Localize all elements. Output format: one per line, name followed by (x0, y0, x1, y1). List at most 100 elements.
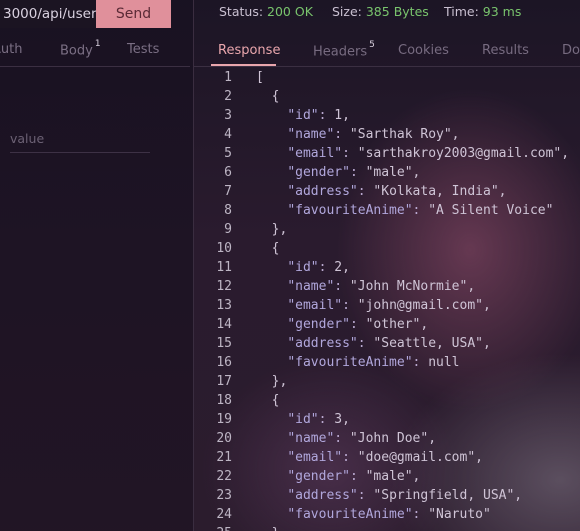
code-text: { (256, 89, 280, 104)
code-line: 9 }, (194, 220, 580, 239)
line-number: 16 (216, 355, 232, 370)
code-text: "email": "doe@gmail.com", (287, 450, 483, 465)
status-info: Status: 200 OK (219, 4, 313, 19)
code-line: 11 "id": 2, (194, 258, 580, 277)
status-value: 200 OK (267, 4, 313, 19)
line-number: 23 (216, 488, 232, 503)
size-value: 385 Bytes (365, 4, 429, 19)
tab-headers[interactable]: Headers 5 (313, 40, 375, 60)
time-value: 93 ms (482, 4, 522, 19)
line-number: 3 (224, 108, 232, 123)
code-line: 2 { (194, 87, 580, 106)
request-pane: 3000/api/user Send Auth Body1 Tests valu… (0, 0, 193, 531)
time-label: Time: (444, 4, 479, 19)
line-number: 2 (224, 89, 232, 104)
line-number: 14 (216, 317, 232, 332)
tab-response-label: Response (218, 43, 281, 58)
code-text: } (256, 524, 280, 531)
line-number: 21 (216, 450, 232, 465)
tab-cookies[interactable]: Cookies (398, 43, 449, 58)
code-line: 19 "id": 3, (194, 410, 580, 429)
line-number: 11 (216, 260, 232, 275)
code-text: "id": 3, (287, 412, 350, 427)
line-number: 1 (224, 70, 232, 85)
tab-docs-label: Docs (562, 43, 580, 58)
code-text: "favouriteAnime": null (287, 355, 460, 370)
line-number: 15 (216, 336, 232, 351)
code-text: "address": "Springfield, USA", (287, 488, 523, 503)
code-text: { (256, 393, 280, 408)
code-text: "address": "Kolkata, India", (287, 184, 507, 199)
status-label: Status: (219, 4, 264, 19)
tab-tests-label: Tests (127, 42, 160, 57)
time-info: Time: 93 ms (444, 4, 521, 19)
code-text: "id": 1, (287, 108, 350, 123)
code-line: 15 "address": "Seattle, USA", (194, 334, 580, 353)
code-line: 23 "address": "Springfield, USA", (194, 486, 580, 505)
code-text: "favouriteAnime": "Naruto" (287, 507, 491, 522)
tab-body-badge: 1 (94, 39, 101, 49)
line-number: 13 (216, 298, 232, 313)
size-info: Size: 385 Bytes (332, 4, 429, 19)
code-line: 16 "favouriteAnime": null (194, 353, 580, 372)
response-body-viewer[interactable]: 1[2 {3 "id": 1, 4 "name": "Sarthak Roy", 5… (194, 68, 580, 531)
url-input[interactable]: 3000/api/user (0, 0, 96, 28)
code-line: 4 "name": "Sarthak Roy", (194, 125, 580, 144)
code-line: 3 "id": 1, (194, 106, 580, 125)
line-number: 19 (216, 412, 232, 427)
tab-body-label: Body (60, 43, 93, 59)
code-text: "gender": "male", (287, 469, 421, 484)
line-number: 12 (216, 279, 232, 294)
code-text: "name": "Sarthak Roy", (287, 127, 460, 142)
tab-auth[interactable]: Auth (0, 42, 22, 57)
code-line: 13 "email": "john@gmail.com", (194, 296, 580, 315)
tab-headers-badge: 5 (369, 40, 375, 50)
code-text: }, (256, 374, 288, 389)
code-text: "email": "john@gmail.com", (287, 298, 491, 313)
code-line: 5 "email": "sarthakroy2003@gmail.com", (194, 144, 580, 163)
code-text: "favouriteAnime": "A Silent Voice" (287, 203, 554, 218)
code-text: { (256, 241, 280, 256)
code-line: 22 "gender": "male", (194, 467, 580, 486)
line-number: 7 (224, 184, 232, 199)
tab-headers-label: Headers (313, 44, 368, 60)
line-number: 8 (224, 203, 232, 218)
tab-response[interactable]: Response (218, 43, 280, 58)
tab-results[interactable]: Results (482, 43, 529, 58)
code-text: "email": "sarthakroy2003@gmail.com", (287, 146, 570, 161)
line-number: 24 (216, 507, 232, 522)
value-input[interactable]: value (10, 130, 150, 153)
tab-auth-label: Auth (0, 42, 23, 57)
code-line: 17 }, (194, 372, 580, 391)
response-tabs: Response Headers5 Cookies Results Docs (194, 38, 580, 67)
code-line: 20 "name": "John Doe", (194, 429, 580, 448)
code-text: }, (256, 222, 288, 237)
code-line: 25 } (194, 524, 580, 531)
code-text: "gender": "male", (287, 165, 421, 180)
tab-docs[interactable]: Docs (562, 43, 580, 58)
code-text: "address": "Seattle, USA", (287, 336, 491, 351)
tab-body[interactable]: Body 1 (60, 39, 101, 59)
line-number: 17 (216, 374, 232, 389)
code-text: "name": "John McNormie", (287, 279, 476, 294)
code-text: "gender": "other", (287, 317, 429, 332)
tab-cookies-label: Cookies (398, 43, 449, 58)
line-number: 6 (224, 165, 232, 180)
line-number: 25 (194, 524, 232, 531)
code-line: 8 "favouriteAnime": "A Silent Voice" (194, 201, 580, 220)
request-tabs: Auth Body1 Tests (0, 38, 190, 67)
code-line: 7 "address": "Kolkata, India", (194, 182, 580, 201)
code-line: 24 "favouriteAnime": "Naruto" (194, 505, 580, 524)
code-line: 21 "email": "doe@gmail.com", (194, 448, 580, 467)
send-button[interactable]: Send (96, 0, 171, 28)
code-text: "id": 2, (287, 260, 350, 275)
code-line: 12 "name": "John McNormie", (194, 277, 580, 296)
tab-results-label: Results (482, 43, 529, 58)
line-number: 20 (216, 431, 232, 446)
tab-tests[interactable]: Tests (127, 42, 159, 57)
code-text: "name": "John Doe", (287, 431, 437, 446)
code-line: 14 "gender": "other", (194, 315, 580, 334)
code-text: [ (256, 70, 264, 85)
line-number: 18 (216, 393, 232, 408)
code-line: 6 "gender": "male", (194, 163, 580, 182)
